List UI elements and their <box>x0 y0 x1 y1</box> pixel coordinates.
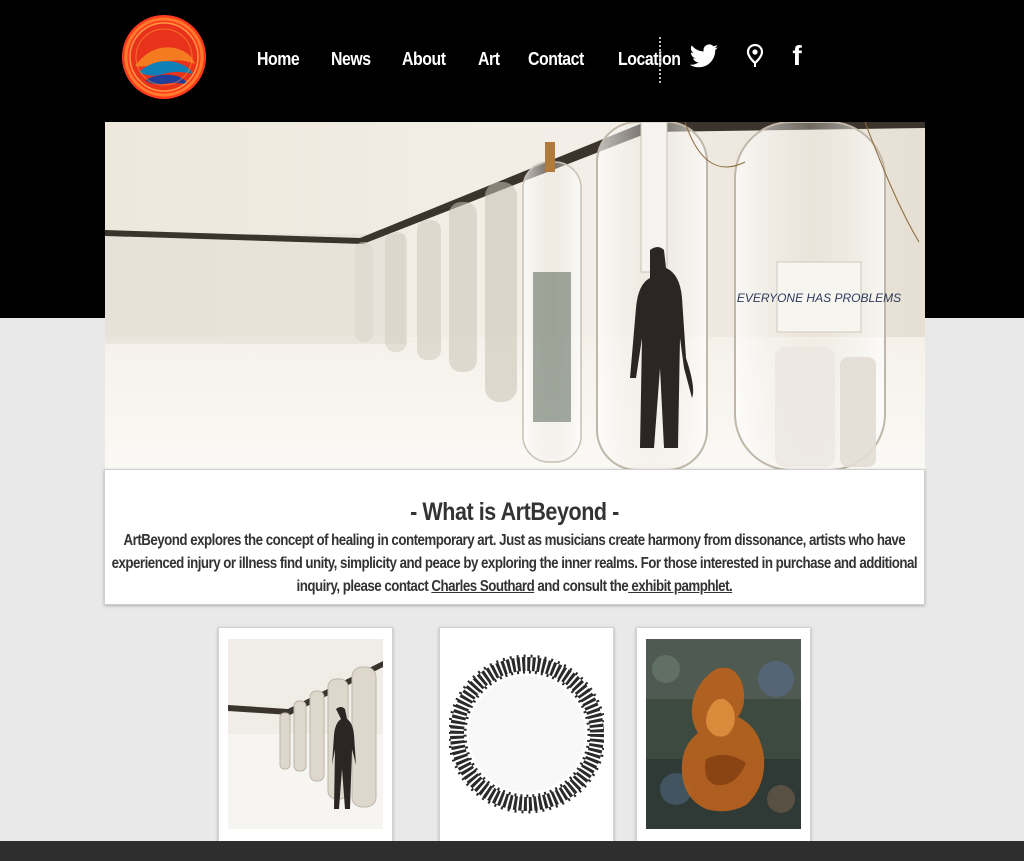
twitter-icon[interactable] <box>688 42 720 70</box>
about-text: ArtBeyond explores the concept of healin… <box>105 529 924 598</box>
nav-contact[interactable]: Contact <box>528 46 584 72</box>
nav-news[interactable]: News <box>331 46 371 72</box>
facebook-icon[interactable]: f <box>787 40 807 71</box>
main-nav: Home News About Art Contact Location <box>257 46 715 72</box>
contact-link[interactable]: Charles Southard <box>431 578 534 595</box>
figure-thumbnail-image <box>646 639 801 829</box>
thumbnail-bottles[interactable] <box>218 627 393 843</box>
about-text-middle: and consult the <box>534 578 629 595</box>
about-heading: - What is ArtBeyond - <box>410 498 619 526</box>
nav-art[interactable]: Art <box>478 46 500 72</box>
hero-bottle-label: EVERYONE HAS PROBLEMS <box>737 291 901 305</box>
nav-home[interactable]: Home <box>257 46 300 72</box>
hero-image: EVERYONE HAS PROBLEMS <box>105 122 925 470</box>
nav-location[interactable]: Location <box>618 46 681 72</box>
thumbnail-wreath[interactable] <box>439 627 614 843</box>
site-logo[interactable] <box>121 14 207 100</box>
facebook-glyph: f <box>792 40 802 71</box>
nav-divider <box>659 37 661 83</box>
wreath-thumbnail-image <box>449 639 604 829</box>
about-section: - What is ArtBeyond - ArtBeyond explores… <box>104 469 925 605</box>
location-pin-icon[interactable] <box>744 42 766 70</box>
footer-bar <box>0 841 1024 861</box>
thumbnail-figure[interactable] <box>636 627 811 843</box>
bottles-thumbnail-image <box>228 639 383 829</box>
nav-about[interactable]: About <box>402 46 446 72</box>
pamphlet-link[interactable]: exhibit pamphlet. <box>628 578 732 595</box>
